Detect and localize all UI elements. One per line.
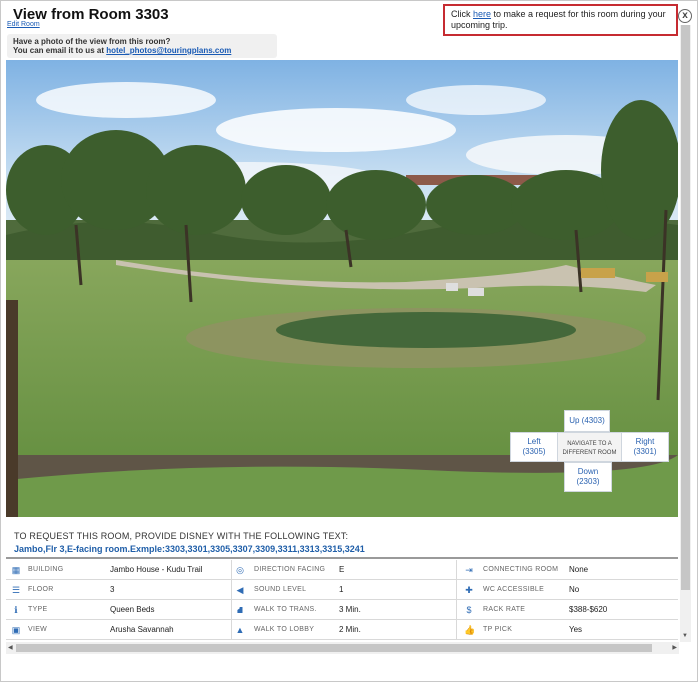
info-value: E — [339, 565, 345, 574]
content-scroll-area[interactable]: Up (4303) Left (3305) NAVIGATE TO A DIFFER… — [6, 60, 678, 640]
info-value: None — [569, 565, 589, 574]
request-heading: TO REQUEST THIS ROOM, PROVIDE DISNEY WIT… — [14, 531, 349, 541]
info-row: ℹ TYPE Queen Beds ⛘ WALK TO TRANS. 3 Min… — [6, 600, 678, 620]
info-label: SOUND LEVEL — [254, 586, 307, 593]
navigate-right-button[interactable]: Right (3301) — [621, 432, 669, 462]
horizontal-scroll-thumb[interactable] — [16, 644, 652, 652]
photo-prompt-line2: You can email it to us at hotel_photos@t… — [13, 46, 232, 55]
info-value: No — [569, 585, 580, 594]
edit-room-link[interactable]: Edit Room — [7, 21, 40, 28]
request-here-link[interactable]: here — [473, 9, 491, 19]
horizontal-scrollbar[interactable]: ◀ ▶ — [6, 642, 679, 654]
building-icon: ▦ — [11, 565, 21, 575]
request-room-text: Jambo,Flr 3,E-facing room.Exmple:3303,33… — [14, 544, 365, 554]
info-label: BUILDING — [28, 566, 64, 573]
room-view-dialog: View from Room 3303 Edit Room Click here… — [0, 0, 698, 682]
info-value: Arusha Savannah — [110, 625, 174, 634]
info-value: 3 — [110, 585, 115, 594]
navigator-label: NAVIGATE TO A DIFFERENT ROOM — [557, 432, 622, 462]
close-button[interactable]: x — [678, 9, 692, 23]
info-divider — [6, 557, 678, 559]
scroll-down-arrow-icon[interactable]: ▼ — [682, 633, 688, 639]
info-row: ▣ VIEW Arusha Savannah ▲ WALK TO LOBBY 2… — [6, 620, 678, 640]
arrows-icon: ⇥ — [465, 565, 473, 575]
picture-icon: ▣ — [11, 625, 21, 635]
photo-submit-prompt: Have a photo of the view from this room?… — [7, 34, 277, 58]
wheelchair-icon: ✚ — [465, 585, 473, 595]
scroll-right-arrow-icon[interactable]: ▶ — [672, 644, 677, 651]
dollar-icon: $ — [466, 605, 472, 615]
info-label: RACK RATE — [483, 606, 526, 613]
info-label: WC ACCESSIBLE — [483, 586, 545, 593]
request-prefix: Click — [451, 9, 473, 19]
info-value: Queen Beds — [110, 605, 155, 614]
thumbs-up-icon: 👍 — [464, 625, 476, 635]
info-value: 1 — [339, 585, 344, 594]
info-label: CONNECTING ROOM — [483, 566, 559, 573]
info-value: Yes — [569, 625, 583, 634]
info-label: TYPE — [28, 606, 48, 613]
info-label: DIRECTION FACING — [254, 566, 326, 573]
room-info-grid: ▦ BUILDING Jambo House - Kudu Trail ◎ DI… — [6, 560, 678, 640]
info-row: ☰ FLOOR 3 ◀ SOUND LEVEL 1 ✚ WC ACCESSIBL… — [6, 580, 678, 600]
info-icon: ℹ — [14, 605, 18, 615]
bell-icon: ▲ — [235, 625, 245, 635]
info-label: TP PICK — [483, 626, 513, 633]
info-value: $388-$620 — [569, 605, 608, 614]
room-request-notice: Click here to make a request for this ro… — [443, 4, 678, 36]
floor-icon: ☰ — [11, 585, 21, 595]
vertical-scroll-thumb[interactable] — [681, 25, 690, 590]
navigate-down-button[interactable]: Down (2303) — [564, 462, 612, 492]
vertical-scrollbar[interactable]: ▼ — [680, 25, 691, 642]
scroll-left-arrow-icon[interactable]: ◀ — [8, 644, 13, 651]
photo-email-link[interactable]: hotel_photos@touringplans.com — [106, 46, 231, 55]
photo-prompt-line1: Have a photo of the view from this room? — [13, 37, 171, 46]
info-row: ▦ BUILDING Jambo House - Kudu Trail ◎ DI… — [6, 560, 678, 580]
info-label: WALK TO TRANS. — [254, 606, 317, 613]
road-icon: ⛘ — [236, 605, 244, 615]
info-value: 3 Min. — [339, 605, 361, 614]
navigate-up-button[interactable]: Up (4303) — [564, 410, 610, 432]
navigate-left-button[interactable]: Left (3305) — [510, 432, 558, 462]
info-value: 2 Min. — [339, 625, 361, 634]
info-value: Jambo House - Kudu Trail — [110, 565, 203, 574]
sound-icon: ◀ — [236, 585, 244, 595]
info-label: WALK TO LOBBY — [254, 626, 315, 633]
compass-icon: ◎ — [236, 565, 244, 575]
info-label: VIEW — [28, 626, 48, 633]
info-label: FLOOR — [28, 586, 54, 593]
